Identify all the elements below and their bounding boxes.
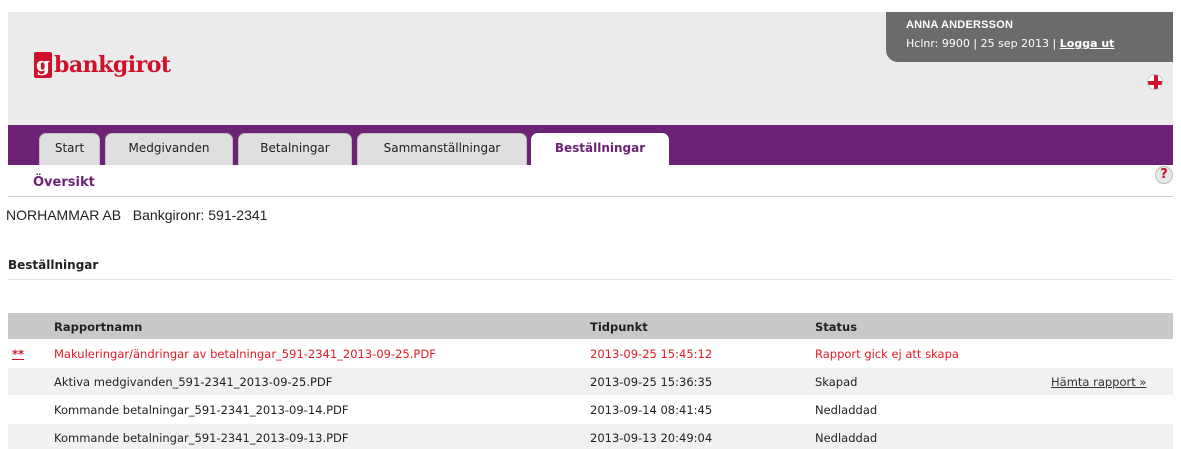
tab-bestallningar[interactable]: Beställningar	[531, 133, 669, 165]
report-name: Kommande betalningar_591-2341_2013-09-13…	[54, 431, 349, 445]
report-time: 2013-09-14 08:41:45	[590, 403, 713, 417]
report-time: 2013-09-25 15:36:35	[590, 375, 713, 389]
report-time: 2013-09-25 15:45:12	[590, 347, 713, 361]
error-mark-link[interactable]: **	[12, 347, 24, 361]
report-time: 2013-09-13 20:49:04	[590, 431, 713, 445]
report-name: Makuleringar/ändringar av betalningar_59…	[54, 347, 436, 361]
table-row: Aktiva medgivanden_591-2341_2013-09-25.P…	[8, 368, 1173, 396]
download-report-link[interactable]: Hämta rapport »	[1051, 375, 1146, 389]
table-row: Kommande betalningar_591-2341_2013-09-14…	[8, 396, 1173, 424]
main-nav: Start Medgivanden Betalningar Sammanstäl…	[8, 125, 1173, 165]
company-info: NORHAMMAR AB Bankgironr: 591-2341	[6, 207, 268, 223]
report-status: Nedladdad	[815, 403, 878, 417]
report-status: Skapad	[815, 375, 858, 389]
uk-flag-icon[interactable]	[1147, 74, 1163, 90]
col-header-time[interactable]: Tidpunkt	[590, 320, 648, 334]
logo-mark: g	[34, 52, 52, 78]
bankgirot-logo[interactable]: g bankgirot	[34, 52, 171, 78]
logout-link[interactable]: Logga ut	[1060, 37, 1115, 50]
table-header-row: Rapportnamn Tidpunkt Status	[8, 313, 1173, 340]
tab-sammanstallningar[interactable]: Sammanställningar	[357, 133, 527, 165]
col-header-status[interactable]: Status	[815, 320, 857, 334]
report-name: Aktiva medgivanden_591-2341_2013-09-25.P…	[54, 375, 333, 389]
user-box: ANNA ANDERSSON Hclnr: 9900 | 25 sep 2013…	[886, 12, 1173, 62]
tab-betalningar[interactable]: Betalningar	[238, 133, 352, 165]
help-icon[interactable]: ?	[1155, 166, 1173, 184]
tab-medgivanden[interactable]: Medgivanden	[105, 133, 233, 165]
logo-text: bankgirot	[54, 52, 171, 78]
table-row: ** Makuleringar/ändringar av betalningar…	[8, 340, 1173, 368]
tab-start[interactable]: Start	[39, 133, 100, 165]
user-info: Hclnr: 9900 | 25 sep 2013 | Logga ut	[906, 37, 1173, 50]
page-header: g bankgirot ANNA ANDERSSON Hclnr: 9900 |…	[8, 12, 1173, 125]
col-header-name[interactable]: Rapportnamn	[54, 320, 142, 334]
reports-table: Rapportnamn Tidpunkt Status ** Makulerin…	[8, 313, 1173, 449]
sub-nav: Översikt ?	[8, 165, 1173, 197]
table-row: Kommande betalningar_591-2341_2013-09-13…	[8, 424, 1173, 449]
report-status: Rapport gick ej att skapa	[815, 347, 959, 361]
subnav-oversikt[interactable]: Översikt	[33, 175, 95, 190]
report-name: Kommande betalningar_591-2341_2013-09-14…	[54, 403, 349, 417]
user-name: ANNA ANDERSSON	[906, 19, 1014, 31]
user-info-text: Hclnr: 9900 | 25 sep 2013 |	[906, 37, 1057, 50]
section-divider	[8, 279, 1173, 280]
section-title: Beställningar	[8, 258, 99, 272]
report-status: Nedladdad	[815, 431, 878, 445]
